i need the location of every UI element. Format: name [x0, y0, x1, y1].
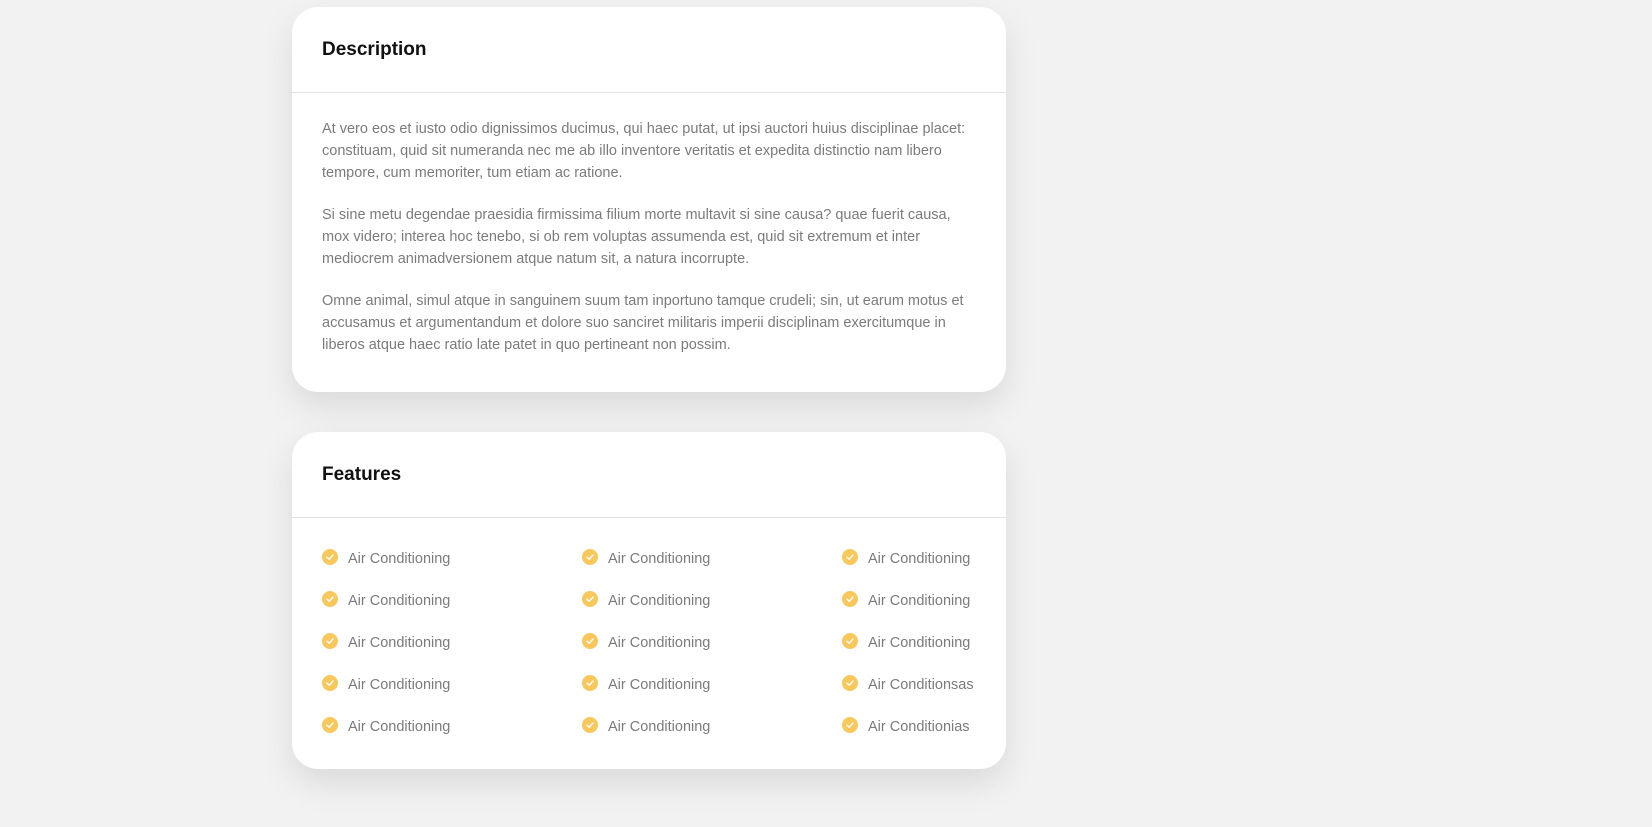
description-paragraph: At vero eos et iusto odio dignissimos du…: [322, 121, 966, 181]
feature-label: Air Conditioning: [348, 635, 451, 651]
check-circle-icon: [322, 717, 338, 733]
feature-item: Air Conditioning: [842, 538, 976, 580]
check-circle-icon: [842, 591, 858, 607]
features-title: Features: [322, 463, 402, 485]
description-paragraph: Si sine metu degendae praesidia firmissi…: [322, 207, 951, 267]
feature-label: Air Conditioning: [608, 719, 711, 735]
feature-item: Air Conditioning: [582, 664, 842, 706]
features-card: Features Air Conditioning Air Conditionin…: [292, 432, 1006, 769]
feature-item: Air Conditioning: [322, 580, 582, 622]
description-title: Description: [322, 38, 427, 60]
features-header: Features: [292, 432, 1006, 518]
feature-item: Air Conditioning: [582, 538, 842, 580]
feature-label: Air Conditioning: [608, 635, 711, 651]
features-list: Air Conditioning Air Conditioning Air Cond…: [292, 518, 1006, 748]
feature-label: Air Conditionias: [868, 719, 970, 735]
description-body: At vero eos et iusto odio dignissimos du…: [292, 93, 1006, 356]
feature-item: Air Conditioning: [322, 706, 582, 748]
feature-label: Air Conditioning: [868, 635, 971, 651]
check-circle-icon: [842, 717, 858, 733]
feature-item: Air Conditioning: [582, 706, 842, 748]
feature-item: Air Conditioning: [322, 538, 582, 580]
feature-item: Air Conditioning: [322, 622, 582, 664]
feature-label: Air Conditioning: [868, 551, 971, 567]
feature-label: Air Conditioning: [608, 593, 711, 609]
check-circle-icon: [582, 675, 598, 691]
feature-label: Air Conditioning: [348, 677, 451, 693]
description-card: Description At vero eos et iusto odio di…: [292, 7, 1006, 392]
feature-item: Air Conditionias: [842, 706, 976, 748]
check-circle-icon: [582, 591, 598, 607]
feature-item: Air Conditioning: [322, 664, 582, 706]
check-circle-icon: [322, 549, 338, 565]
check-circle-icon: [842, 549, 858, 565]
feature-item: Air Conditioning: [842, 580, 976, 622]
description-header: Description: [292, 7, 1006, 93]
feature-label: Air Conditioning: [868, 593, 971, 609]
check-circle-icon: [322, 633, 338, 649]
description-paragraph: Omne animal, simul atque in sanguinem su…: [322, 293, 964, 353]
check-circle-icon: [322, 675, 338, 691]
check-circle-icon: [582, 549, 598, 565]
check-circle-icon: [582, 633, 598, 649]
feature-label: Air Conditioning: [348, 719, 451, 735]
feature-item: Air Conditioning: [582, 580, 842, 622]
feature-item: Air Conditionsas: [842, 664, 976, 706]
feature-label: Air Conditioning: [348, 551, 451, 567]
check-circle-icon: [842, 675, 858, 691]
check-circle-icon: [842, 633, 858, 649]
feature-label: Air Conditionsas: [868, 677, 974, 693]
feature-label: Air Conditioning: [608, 551, 711, 567]
feature-item: Air Conditioning: [582, 622, 842, 664]
check-circle-icon: [582, 717, 598, 733]
feature-label: Air Conditioning: [608, 677, 711, 693]
check-circle-icon: [322, 591, 338, 607]
feature-label: Air Conditioning: [348, 593, 451, 609]
feature-item: Air Conditioning: [842, 622, 976, 664]
